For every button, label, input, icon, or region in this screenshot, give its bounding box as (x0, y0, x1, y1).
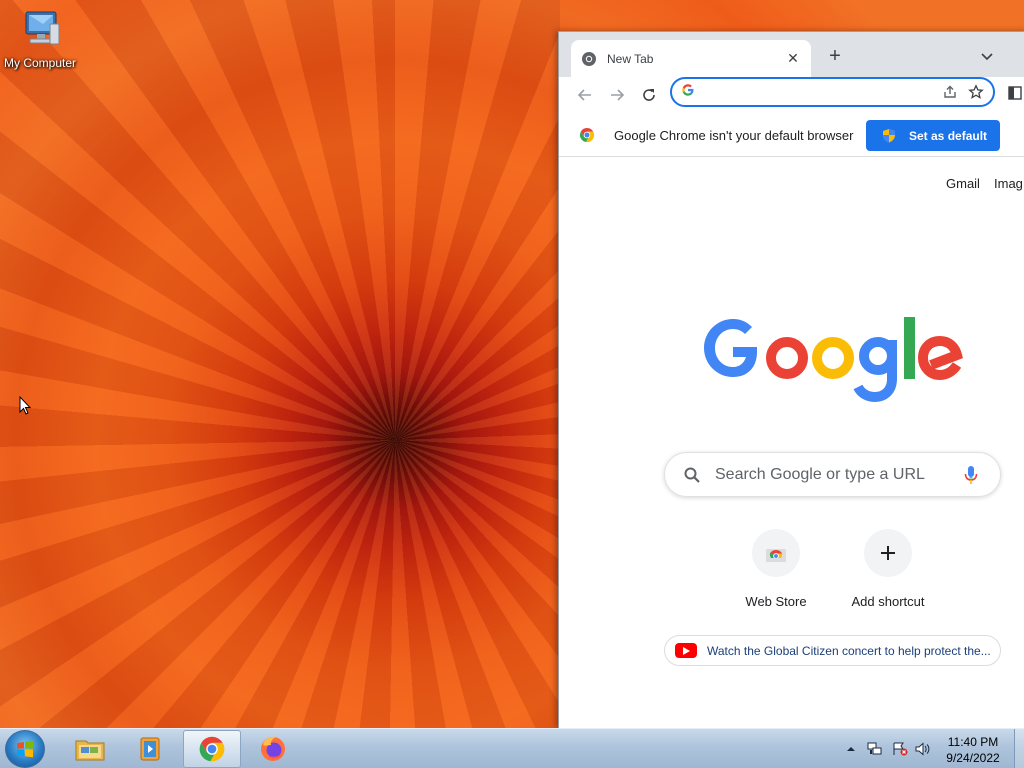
chevron-down-icon[interactable] (977, 44, 997, 68)
chrome-icon (199, 736, 225, 762)
network-icon[interactable] (867, 742, 882, 756)
desktop-icon-label: My Computer (3, 56, 77, 70)
address-bar[interactable] (670, 77, 995, 107)
youtube-icon (675, 643, 697, 658)
taskbar: 11:40 PM 9/24/2022 (0, 728, 1024, 768)
show-desktop-button[interactable] (1014, 729, 1024, 768)
infobar-message: Google Chrome isn't your default browser (614, 128, 854, 143)
firefox-taskbar-button[interactable] (244, 730, 302, 768)
tab-strip: New Tab ✕ + (559, 32, 1024, 77)
close-icon[interactable]: ✕ (785, 50, 801, 67)
plus-icon (864, 529, 912, 577)
share-icon[interactable] (941, 83, 959, 101)
default-browser-infobar: Google Chrome isn't your default browser… (559, 113, 1024, 157)
new-tab-page: Gmail Imag Search Google or type a URL W… (559, 157, 1024, 727)
side-panel-icon[interactable] (1007, 85, 1023, 101)
back-button[interactable] (573, 83, 597, 107)
google-search-box[interactable]: Search Google or type a URL (664, 452, 1001, 497)
toolbar (559, 77, 1024, 113)
tab-title: New Tab (607, 51, 654, 66)
file-explorer-icon (75, 740, 105, 761)
tab-new-tab[interactable]: New Tab ✕ (571, 40, 811, 77)
clock-date: 9/24/2022 (946, 751, 1000, 765)
promo-chip[interactable]: Watch the Global Citizen concert to help… (664, 635, 1001, 666)
promo-text: Watch the Global Citizen concert to help… (707, 643, 991, 658)
show-hidden-icon[interactable] (846, 742, 860, 756)
shortcut-add[interactable]: Add shortcut (838, 529, 938, 609)
chrome-logo-icon (579, 127, 595, 143)
address-input[interactable] (703, 84, 941, 100)
web-store-icon (752, 529, 800, 577)
mouse-cursor-icon (19, 395, 32, 421)
desktop-icon-my-computer[interactable]: My Computer (2, 8, 78, 70)
action-center-icon[interactable] (892, 742, 908, 756)
reload-button[interactable] (637, 83, 661, 107)
windows-logo-icon (17, 740, 33, 758)
system-clock[interactable]: 11:40 PM 9/24/2022 (940, 734, 1006, 766)
chrome-icon (581, 51, 597, 67)
search-placeholder: Search Google or type a URL (715, 465, 925, 483)
new-tab-button[interactable]: + (823, 44, 847, 68)
wallpaper (0, 0, 560, 728)
gmail-link[interactable]: Gmail (946, 176, 980, 191)
microphone-icon[interactable] (964, 465, 978, 485)
computer-icon (17, 8, 63, 54)
google-logo (695, 307, 967, 403)
shortcut-label: Web Store (745, 594, 807, 609)
media-player-icon (140, 737, 160, 761)
forward-button[interactable] (605, 83, 629, 107)
images-link[interactable]: Imag (994, 176, 1023, 191)
volume-icon[interactable] (915, 742, 930, 756)
media-player-button[interactable] (122, 730, 180, 768)
chrome-taskbar-button[interactable] (183, 730, 241, 768)
set-as-default-label: Set as default (909, 128, 988, 143)
clock-time: 11:40 PM (947, 735, 999, 749)
file-explorer-button[interactable] (61, 730, 119, 768)
shield-icon (882, 128, 896, 143)
firefox-icon (261, 736, 285, 761)
set-as-default-button[interactable]: Set as default (866, 120, 1000, 151)
shortcut-label: Add shortcut (851, 594, 925, 609)
search-icon (683, 466, 701, 484)
shortcut-web-store[interactable]: Web Store (726, 529, 826, 609)
star-icon[interactable] (967, 83, 985, 101)
start-button[interactable] (5, 730, 45, 768)
google-g-icon (681, 83, 695, 102)
chrome-window: New Tab ✕ + Google Chrome isn't your def… (558, 31, 1024, 728)
